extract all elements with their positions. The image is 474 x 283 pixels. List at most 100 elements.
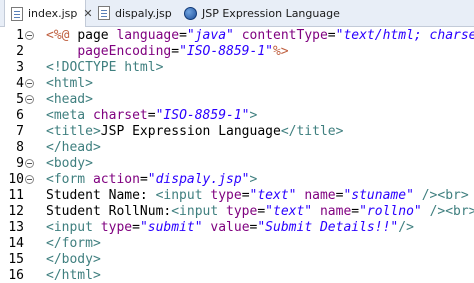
editor-tab-bar: index.jsp ✕ dispaly.jsp JSP Expression L… [0,0,474,27]
code-token: = [147,108,156,123]
code-token: "text" [265,204,313,219]
code-line[interactable]: 2 pageEncoding="ISO-8859-1"%> [0,44,474,60]
line-number: 9 [16,156,24,171]
code-token: "ISO-8859-1" [155,108,250,123]
code-token: = [179,28,187,43]
code-token: </head> [46,140,101,155]
code-token: = [139,172,148,187]
code-line[interactable]: 4 <html> [0,76,474,92]
code-token: /> [429,204,446,219]
code-token: <input [171,204,227,219]
code-line[interactable]: 8 </head> [0,140,474,156]
code-text: Student RollNum:<input type="text" name=… [46,204,474,220]
code-token: <input [46,220,101,235]
code-token: </html> [46,268,101,283]
fold-toggle-icon[interactable] [25,159,34,168]
code-line[interactable]: 11 Student Name: <input type="text" name=… [0,188,474,204]
code-token: Student Name: [46,188,156,203]
jsp-file-icon [11,6,23,21]
code-line[interactable]: 16 </html> [0,268,474,283]
code-token: "Submit Details!!" [257,220,399,235]
code-token: language [116,28,180,43]
code-token: </title> [280,124,344,139]
code-token: /> [398,220,414,235]
code-line[interactable]: 6 <meta charset="ISO-8859-1"> [0,108,474,124]
code-text: </body> [46,252,101,268]
tab-dispaly-jsp[interactable]: dispaly.jsp [96,0,172,26]
code-line[interactable]: 10 <form action="dispaly.jsp"> [0,172,474,188]
line-number: 12 [8,204,24,219]
code-token: <!DOCTYPE html> [46,60,164,75]
line-number: 13 [8,220,24,235]
code-token: type [226,204,258,219]
code-token: pageEncoding [77,44,172,59]
code-token: "ISO-8859-1" [179,44,273,59]
code-token: = [132,220,140,235]
fold-toggle-icon[interactable] [25,95,34,104]
code-text: <form action="dispaly.jsp"> [46,172,257,188]
code-text: <head> [46,92,93,108]
code-token: page [77,28,117,43]
code-line[interactable]: 15 </body> [0,252,474,268]
code-token: = [171,44,180,59]
code-line[interactable]: 9 <body> [0,156,474,172]
code-token: name [319,204,352,219]
code-text: <body> [46,156,93,172]
line-number: 5 [16,92,24,107]
code-token: "text/html; charset=ISO-8859-1" [335,28,474,43]
code-token: "stuname" [343,188,414,203]
fold-toggle-icon[interactable] [25,79,34,88]
code-token: <title> [46,124,101,139]
code-text: pageEncoding="ISO-8859-1"%> [46,44,289,60]
code-line[interactable]: 13 <input type="submit" value="Submit Det… [0,220,474,236]
code-token: <html> [46,76,93,91]
code-line[interactable]: 1 <%@ page language="java" contentType="t… [0,28,474,44]
line-number: 16 [8,268,24,283]
code-area[interactable]: 1 <%@ page language="java" contentType="t… [0,26,474,283]
code-line[interactable]: 12 Student RollNum:<input type="text" nam… [0,204,474,220]
code-line[interactable]: 5 <head> [0,92,474,108]
close-icon[interactable]: ✕ [83,7,92,20]
code-token: <%@ [46,28,78,43]
code-line[interactable]: 3 <!DOCTYPE html> [0,60,474,76]
code-token: name [304,188,336,203]
code-token: = [241,188,250,203]
line-number: 11 [8,188,24,203]
code-token: <br> [437,188,469,203]
tab-index-jsp[interactable]: index.jsp ✕ [4,0,93,27]
code-token: > [249,108,258,123]
fold-toggle-icon[interactable] [25,31,34,40]
code-token: <br> [445,204,474,219]
line-number: 14 [8,236,24,251]
code-token: %> [272,44,289,59]
code-text: Student Name: <input type="text" name="s… [46,188,469,204]
code-text: <%@ page language="java" contentType="te… [46,28,474,44]
code-line[interactable]: 7 <title>JSP Expression Language</title> [0,124,474,140]
code-token: JSP Expression Language [100,124,281,139]
tab-label: index.jsp [28,7,78,20]
line-number: 8 [16,140,24,155]
code-token: = [327,28,336,43]
code-text: <input type="submit" value="Submit Detai… [46,220,414,236]
code-token: </body> [46,252,101,267]
fold-toggle-icon[interactable] [25,175,34,184]
code-text: <title>JSP Expression Language</title> [46,124,343,140]
code-token: type [210,188,242,203]
tab-label: JSP Expression Language [202,6,340,20]
code-token: <meta [46,108,93,123]
code-text: </form> [46,236,101,252]
code-token: <body> [46,156,93,171]
code-token: "dispaly.jsp" [147,172,250,187]
code-token: = [257,204,266,219]
code-line[interactable]: 14 </form> [0,236,474,252]
code-token: charset [92,108,148,123]
tab-jsp-expression-language[interactable]: JSP Expression Language [184,0,340,26]
code-token: "text" [249,188,297,203]
globe-icon [184,6,197,20]
code-token: <input [155,188,211,203]
code-token: value [210,220,250,235]
